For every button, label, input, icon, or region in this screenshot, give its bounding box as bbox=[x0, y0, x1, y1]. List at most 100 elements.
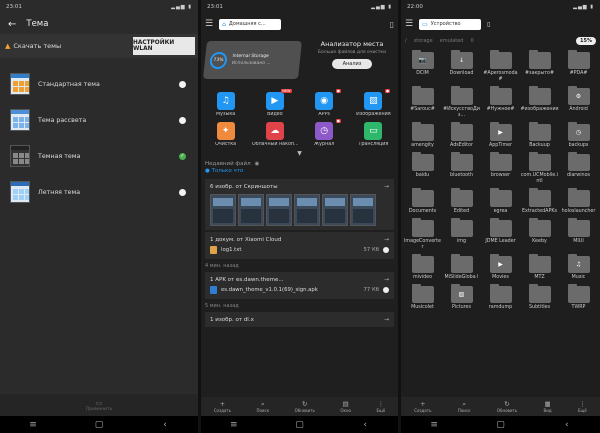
folder-item[interactable]: ▶ Movies bbox=[481, 254, 520, 281]
folder-item[interactable]: amengity bbox=[403, 122, 442, 149]
tool-3[interactable]: ↻ Обновить bbox=[497, 400, 517, 413]
path-box[interactable]: ▭ Устройство bbox=[419, 18, 482, 30]
screenshot-thumb[interactable] bbox=[294, 194, 320, 226]
folder-item[interactable]: mivideo bbox=[403, 254, 442, 281]
category-2[interactable]: ▶ NEW Видео bbox=[250, 89, 299, 117]
recents-icon[interactable]: ≡ bbox=[227, 420, 241, 430]
screenshot-thumb[interactable] bbox=[238, 194, 264, 226]
tool-1[interactable]: + Создать bbox=[214, 400, 231, 413]
folder-item[interactable]: #закрыто# bbox=[520, 50, 559, 83]
radio-icon[interactable] bbox=[179, 80, 186, 88]
folder-item[interactable]: bluetooth bbox=[442, 152, 481, 185]
analyze-button[interactable]: Анализ bbox=[332, 59, 372, 69]
tool-2[interactable]: ⌕ Поиск bbox=[458, 400, 471, 413]
folder-item[interactable]: com.UCMobile.intl bbox=[520, 152, 559, 185]
breadcrumb-item[interactable]: 0 bbox=[470, 38, 473, 44]
folder-item[interactable]: ramdump bbox=[481, 284, 520, 311]
recents-icon[interactable]: ≡ bbox=[427, 420, 441, 430]
recent-card-apk[interactable]: 1 APK от es.dawn.theme... → es.dawn_theme… bbox=[205, 272, 394, 299]
recent-card-screenshots[interactable]: 6 изобр. от Скриншоты → bbox=[205, 179, 394, 230]
folder-item[interactable]: ◷ backups bbox=[559, 122, 598, 149]
folder-item[interactable]: #изображения bbox=[520, 86, 559, 119]
back-arrow-icon[interactable]: ← bbox=[8, 19, 16, 30]
arrow-right-icon[interactable]: → bbox=[384, 183, 389, 190]
storage-percent-badge[interactable]: 15% bbox=[576, 37, 596, 45]
category-3[interactable]: ◉ ● APPs bbox=[300, 89, 349, 117]
select-checkbox[interactable] bbox=[383, 247, 389, 253]
folder-item[interactable]: ▨ Pictures bbox=[442, 284, 481, 311]
folder-item[interactable]: 📷 DCIM bbox=[403, 50, 442, 83]
breadcrumb-item[interactable]: / bbox=[405, 38, 407, 44]
folder-item[interactable]: ExtractedAPKs bbox=[520, 188, 559, 215]
tool-5[interactable]: ⋮ Ещё bbox=[376, 400, 385, 413]
theme-item[interactable]: Темная тема ✓ bbox=[0, 138, 198, 174]
folder-item[interactable]: #Aperosmoda# bbox=[481, 50, 520, 83]
folder-item[interactable]: Musicolet bbox=[403, 284, 442, 311]
folder-item[interactable]: TWRP bbox=[559, 284, 598, 311]
folder-item[interactable]: Subtitles bbox=[520, 284, 559, 311]
folder-item[interactable]: Edited bbox=[442, 188, 481, 215]
folder-item[interactable]: Keeby bbox=[520, 218, 559, 251]
path-box[interactable]: ⌂ Домашняя с... bbox=[219, 18, 282, 30]
folder-item[interactable]: browser bbox=[481, 152, 520, 185]
folder-item[interactable]: Backuup bbox=[520, 122, 559, 149]
chevron-down-icon[interactable]: ▼ bbox=[201, 150, 398, 157]
theme-item[interactable]: Стандартная тема bbox=[0, 66, 198, 102]
category-1[interactable]: ♫ Музыка bbox=[201, 92, 250, 117]
home-icon[interactable]: ▢ bbox=[292, 420, 306, 430]
folder-item[interactable]: MIUI bbox=[559, 218, 598, 251]
window-icon[interactable]: ▯ bbox=[390, 20, 394, 29]
category-7[interactable]: ◷ ● Журнал bbox=[300, 119, 349, 147]
category-6[interactable]: ☁ Облачный накоп... bbox=[250, 122, 299, 147]
theme-item[interactable]: Летняя тема bbox=[0, 174, 198, 210]
radio-icon[interactable] bbox=[179, 116, 186, 124]
folder-item[interactable]: baidu bbox=[403, 152, 442, 185]
file-row[interactable]: log1.txt 57 Кб bbox=[210, 244, 389, 256]
storage-card[interactable]: 73% Internal Storage Использовано ... Ан… bbox=[203, 38, 394, 82]
tool-5[interactable]: ⋮ Ещё bbox=[578, 400, 587, 413]
folder-item[interactable]: holoslauncher bbox=[559, 188, 598, 215]
back-icon[interactable]: ‹ bbox=[158, 420, 172, 430]
file-row[interactable]: es.dawn_theme_v1.0.1(69)_sign.apk 77 Кб bbox=[210, 284, 389, 296]
folder-item[interactable]: diarwinos bbox=[559, 152, 598, 185]
folder-item[interactable]: MiSlideGloba l bbox=[442, 254, 481, 281]
arrow-right-icon[interactable]: → bbox=[384, 316, 389, 323]
apply-bar[interactable]: ▭ Применить bbox=[0, 394, 198, 416]
breadcrumb-item[interactable]: emulated bbox=[440, 38, 464, 44]
home-icon[interactable]: ▢ bbox=[92, 420, 106, 430]
home-icon[interactable]: ▢ bbox=[493, 420, 507, 430]
menu-icon[interactable]: ☰ bbox=[205, 19, 213, 29]
category-4[interactable]: ▨ ● Изображения bbox=[349, 89, 398, 117]
tool-4[interactable]: ▦ Вид bbox=[544, 400, 552, 413]
back-icon[interactable]: ‹ bbox=[560, 420, 574, 430]
screenshot-thumb[interactable] bbox=[210, 194, 236, 226]
folder-item[interactable]: #ИскусствоДиз... bbox=[442, 86, 481, 119]
screenshot-thumb[interactable] bbox=[266, 194, 292, 226]
folder-item[interactable]: ▶ AppTimer bbox=[481, 122, 520, 149]
folder-item[interactable]: #Нужное# bbox=[481, 86, 520, 119]
screenshot-thumb[interactable] bbox=[322, 194, 348, 226]
tool-3[interactable]: ↻ Обновить bbox=[295, 400, 315, 413]
device-card[interactable]: 73% Internal Storage Использовано ... bbox=[203, 41, 302, 79]
radio-checked-icon[interactable]: ✓ bbox=[179, 152, 186, 160]
folder-item[interactable]: ⚙ Android bbox=[559, 86, 598, 119]
recents-icon[interactable]: ≡ bbox=[26, 420, 40, 430]
folder-item[interactable]: Documents bbox=[403, 188, 442, 215]
folder-item[interactable]: AdsEditor bbox=[442, 122, 481, 149]
radio-icon[interactable] bbox=[179, 188, 186, 196]
category-8[interactable]: ▭ Трансляция bbox=[349, 122, 398, 147]
folder-item[interactable]: img bbox=[442, 218, 481, 251]
folder-item[interactable]: ImageConverter bbox=[403, 218, 442, 251]
arrow-right-icon[interactable]: → bbox=[384, 276, 389, 283]
folder-item[interactable]: #Sarouc# bbox=[403, 86, 442, 119]
breadcrumb-item[interactable]: storage bbox=[414, 38, 433, 44]
eye-icon[interactable]: ◉ bbox=[255, 161, 260, 167]
tool-1[interactable]: + Создать bbox=[414, 400, 431, 413]
folder-item[interactable]: ↓ Download bbox=[442, 50, 481, 83]
back-icon[interactable]: ‹ bbox=[358, 420, 372, 430]
window-icon[interactable]: ▯ bbox=[487, 21, 490, 28]
tool-2[interactable]: ⌕ Поиск bbox=[256, 400, 269, 413]
folder-item[interactable]: #PDA# bbox=[559, 50, 598, 83]
arrow-right-icon[interactable]: → bbox=[384, 236, 389, 243]
screenshot-thumb[interactable] bbox=[350, 194, 376, 226]
